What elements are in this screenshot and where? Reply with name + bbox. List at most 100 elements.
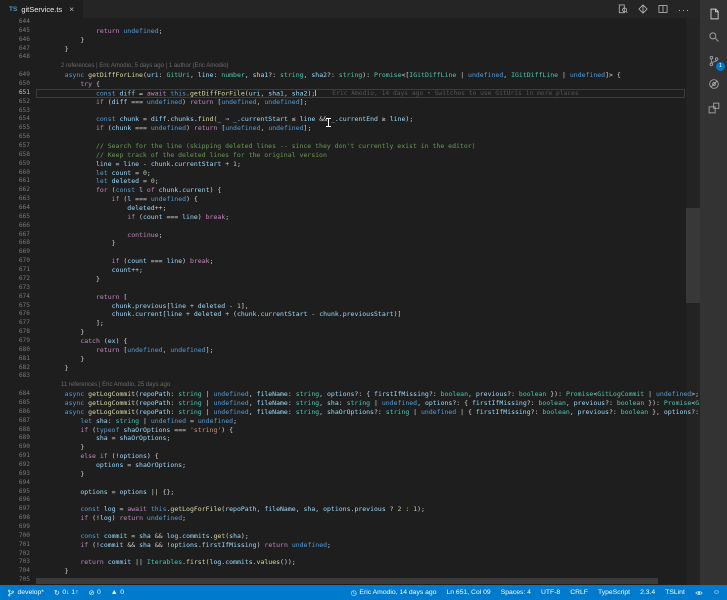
code-line[interactable]: 656 <box>0 133 700 142</box>
code-line[interactable]: 671 count++; <box>0 266 700 275</box>
code-text[interactable]: // Keep track of the deleted lines for t… <box>30 151 327 160</box>
code-text[interactable]: const diff = await this.getDiffForFile(u… <box>30 88 579 98</box>
code-line[interactable]: 660 let count = 0; <box>0 169 700 178</box>
line-number[interactable]: 689 <box>0 434 30 443</box>
code-line[interactable]: 685 async getLogCommit(repoPath: string … <box>0 399 700 408</box>
line-number[interactable]: 653 <box>0 107 30 116</box>
line-number[interactable]: 700 <box>0 532 30 541</box>
code-line[interactable]: 681 } <box>0 355 700 364</box>
line-number[interactable]: 659 <box>0 160 30 169</box>
activity-explorer[interactable] <box>700 2 727 26</box>
code-text[interactable] <box>30 284 49 293</box>
line-number[interactable]: 662 <box>0 186 30 195</box>
code-text[interactable]: const chunk = diff.chunks.find(_ ⇒ _.cur… <box>30 115 413 124</box>
code-text[interactable]: async getLogCommit(repoPath: string | un… <box>30 408 700 417</box>
code-text[interactable]: if (!log) return undefined; <box>30 514 186 523</box>
status-feedback-smiley[interactable]: ☺ <box>713 589 720 596</box>
code-line[interactable]: 652 if (diff === undefined) return [unde… <box>0 98 700 107</box>
activity-search[interactable] <box>700 26 727 50</box>
code-text[interactable]: let sha: string | undefined = undefined; <box>30 417 237 426</box>
status-errors[interactable]: ⊘ 0 <box>89 589 101 597</box>
code-line[interactable]: 662 for (const l of chunk.current) { <box>0 186 700 195</box>
line-number[interactable]: 669 <box>0 248 30 257</box>
code-text[interactable]: let deleted = 0; <box>30 177 159 186</box>
vertical-scrollbar-thumb[interactable] <box>686 208 700 303</box>
code-text[interactable]: sha = shaOrOptions; <box>30 434 170 443</box>
line-number[interactable]: 654 <box>0 115 30 124</box>
code-text[interactable] <box>30 479 49 488</box>
line-number[interactable]: 693 <box>0 470 30 479</box>
line-number[interactable]: 651 <box>0 89 30 98</box>
code-line[interactable]: 683 <box>0 372 700 381</box>
code-text[interactable]: return [ <box>30 293 127 302</box>
code-line[interactable]: 647 } <box>0 45 700 54</box>
code-line[interactable]: 664 deleted++; <box>0 204 700 213</box>
line-number[interactable]: 664 <box>0 204 30 213</box>
line-number[interactable]: 647 <box>0 45 30 54</box>
code-line[interactable]: 646 } <box>0 36 700 45</box>
split-editor-button[interactable] <box>658 4 668 14</box>
line-number[interactable]: 691 <box>0 452 30 461</box>
code-line[interactable]: 695 options = options || {}; <box>0 488 700 497</box>
code-text[interactable] <box>30 107 49 116</box>
tab-close-icon[interactable]: × <box>69 4 74 14</box>
line-number[interactable]: 687 <box>0 417 30 426</box>
code-text[interactable] <box>30 133 49 142</box>
code-line[interactable]: 648 <box>0 53 700 62</box>
code-line[interactable]: 704 } <box>0 567 700 576</box>
code-text[interactable]: } <box>30 470 84 479</box>
line-number[interactable]: 701 <box>0 541 30 550</box>
code-text[interactable]: const commit = sha && log.commits.get(sh… <box>30 532 248 541</box>
line-number[interactable]: 697 <box>0 505 30 514</box>
codelens[interactable]: 11 references | Eric Amodio, 25 days ago <box>0 381 700 390</box>
code-line[interactable]: 670 if (count === line) break; <box>0 257 700 266</box>
status-warnings[interactable]: ▲ 0 <box>111 589 124 596</box>
code-text[interactable]: } <box>30 328 84 337</box>
code-line[interactable]: 668 } <box>0 239 700 248</box>
code-line[interactable]: 699 <box>0 523 700 532</box>
code-area[interactable]: 644 645 return undefined; 646 } 647 } 648 2 r… <box>0 18 700 585</box>
code-text[interactable]: if (diff === undefined) return [undefine… <box>30 98 308 107</box>
line-number[interactable]: 683 <box>0 372 30 381</box>
code-line[interactable]: 677 ]; <box>0 319 700 328</box>
code-line[interactable]: 702 <box>0 550 700 559</box>
code-line[interactable]: 666 <box>0 222 700 231</box>
line-number[interactable]: 666 <box>0 222 30 231</box>
code-text[interactable]: } <box>30 239 116 248</box>
code-line[interactable]: 675 chunk.previous[line + deleted - 1], <box>0 302 700 311</box>
code-text[interactable] <box>30 550 49 559</box>
code-text[interactable] <box>30 222 49 231</box>
status-indentation[interactable]: Spaces: 4 <box>501 589 531 596</box>
code-text[interactable]: deleted++; <box>30 204 166 213</box>
line-number[interactable]: 704 <box>0 567 30 576</box>
code-text[interactable]: else if (!options) { <box>30 452 158 461</box>
line-number[interactable]: 648 <box>0 53 30 62</box>
code-text[interactable]: count++; <box>30 266 143 275</box>
line-number[interactable]: 674 <box>0 293 30 302</box>
code-text[interactable]: ]; <box>30 319 104 328</box>
code-line[interactable]: 686 async getLogCommit(repoPath: string … <box>0 408 700 417</box>
code-text[interactable]: } <box>30 275 100 284</box>
line-number[interactable]: 702 <box>0 550 30 559</box>
code-text[interactable]: // Search for the line (skipping deleted… <box>30 142 476 151</box>
code-line[interactable]: 700 const commit = sha && log.commits.ge… <box>0 532 700 541</box>
line-number[interactable]: 679 <box>0 337 30 346</box>
code-text[interactable]: chunk.current[line + deleted + (chunk.cu… <box>30 310 402 319</box>
line-number[interactable]: 698 <box>0 514 30 523</box>
line-number[interactable]: 688 <box>0 426 30 435</box>
code-text[interactable]: } <box>30 364 69 373</box>
code-line[interactable]: 698 if (!log) return undefined; <box>0 514 700 523</box>
line-number[interactable]: 665 <box>0 213 30 222</box>
code-line[interactable]: 673 <box>0 284 700 293</box>
gitlens-button[interactable] <box>638 4 648 14</box>
line-number[interactable]: 655 <box>0 124 30 133</box>
status-cursor-position[interactable]: Ln 651, Col 09 <box>446 589 490 596</box>
code-line[interactable]: 651 const diff = await this.getDiffForFi… <box>0 88 700 98</box>
code-line[interactable]: 690 } <box>0 443 700 452</box>
code-line[interactable]: 676 chunk.current[line + deleted + (chun… <box>0 310 700 319</box>
status-typescript-version[interactable]: 2.3.4 <box>640 589 655 596</box>
code-text[interactable]: options = shaOrOptions; <box>30 461 186 470</box>
code-text[interactable] <box>30 372 49 381</box>
more-actions-button[interactable]: ··· <box>678 0 690 18</box>
line-number[interactable]: 676 <box>0 310 30 319</box>
